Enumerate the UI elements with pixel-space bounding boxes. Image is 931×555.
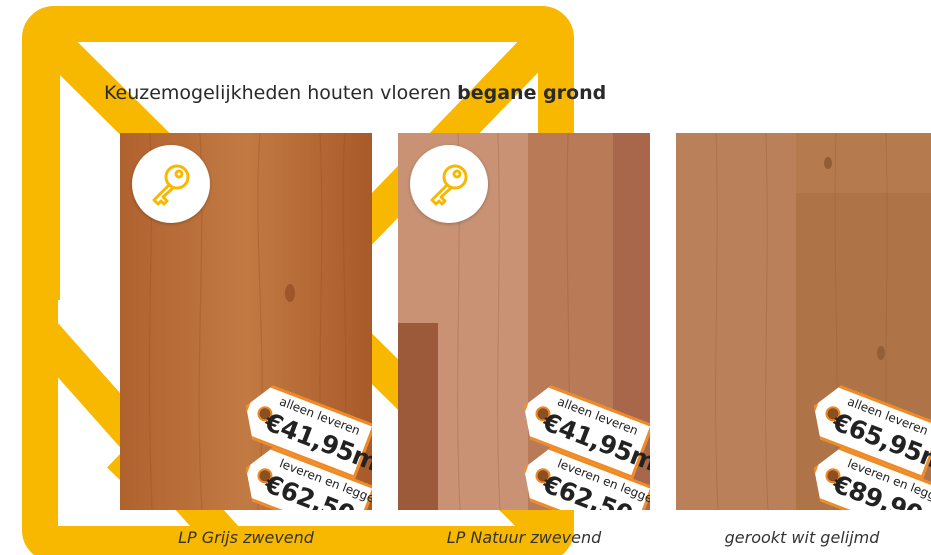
heading-bold-text: begane grond xyxy=(457,82,607,104)
product-card[interactable]: alleen leveren €41,95m² leveren en legge… xyxy=(398,133,650,510)
heading-text: Keuzemogelijkheden houten vloeren xyxy=(104,82,452,104)
key-icon xyxy=(152,164,190,206)
product-card[interactable]: alleen leveren €65,95m² leveren en legge… xyxy=(676,133,931,510)
key-badge xyxy=(410,145,488,223)
page-heading: Keuzemogelijkheden houten vloeren begane… xyxy=(104,82,606,104)
product-name: gerookt wit gelijmd xyxy=(724,528,880,547)
product-name: LP Natuur zwevend xyxy=(446,528,602,547)
key-icon xyxy=(430,164,468,206)
product-card[interactable]: alleen leveren €41,95m² leveren en legge… xyxy=(120,133,372,510)
product-name: LP Grijs zwevend xyxy=(178,528,314,547)
key-badge xyxy=(132,145,210,223)
